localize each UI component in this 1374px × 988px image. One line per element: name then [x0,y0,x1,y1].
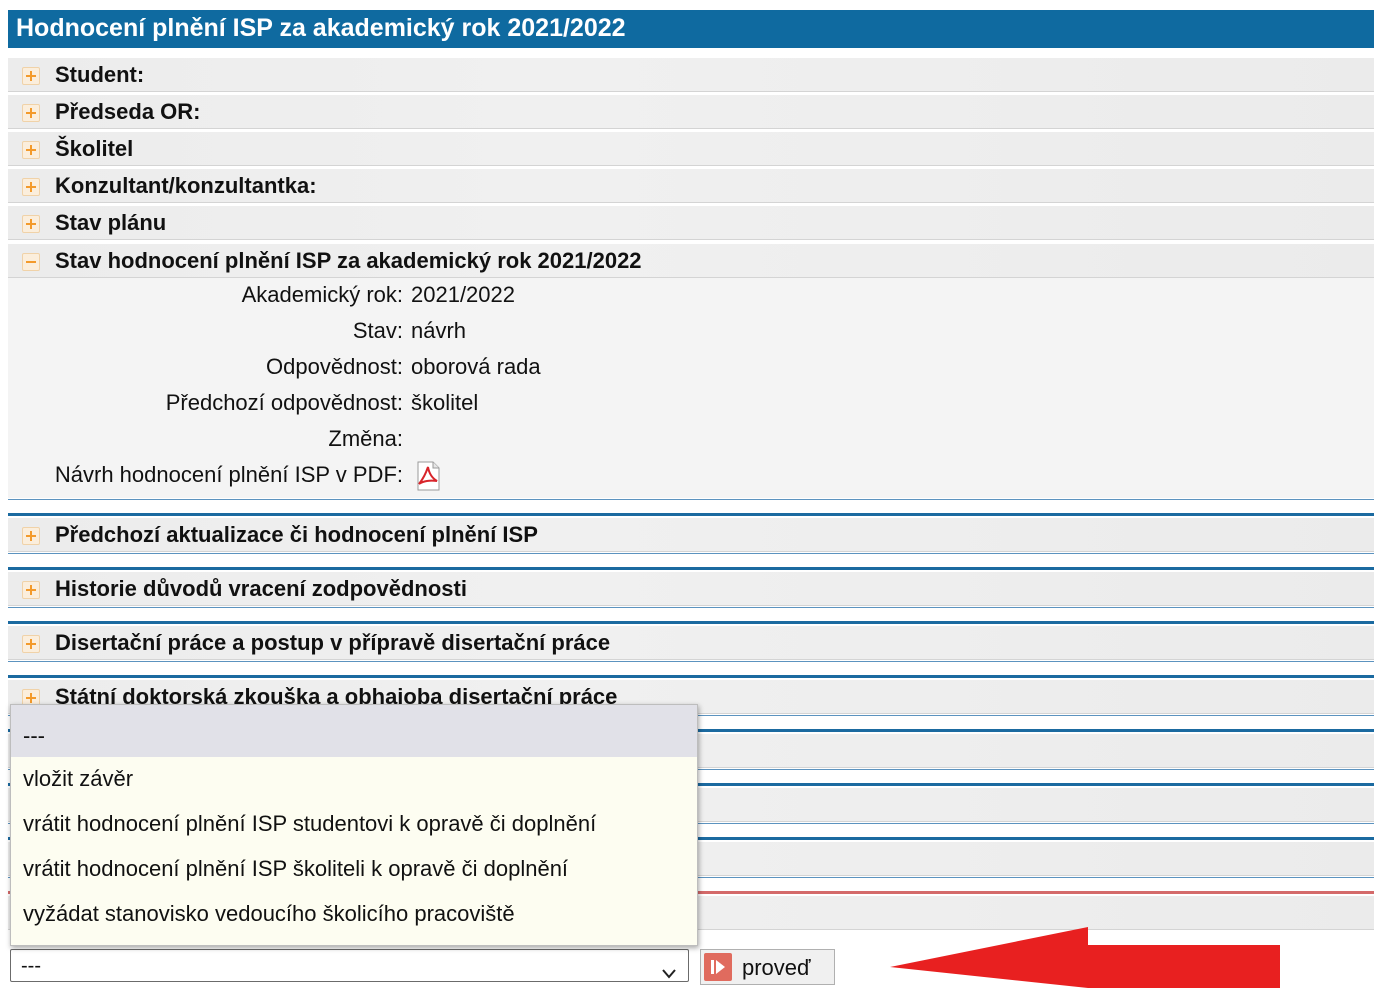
section-dissertation[interactable]: Disertační práce a postup v přípravě dis… [8,626,1374,660]
action-dropdown-list[interactable]: --- vložit závěr vrátit hodnocení plnění… [10,704,698,946]
detail-row-status: Stav: návrh [8,314,1374,348]
expand-icon[interactable] [22,635,40,653]
detail-label: Akademický rok: [241,282,403,307]
section-label: Student: [55,62,145,87]
section-stav-hodnoceni[interactable]: Stav hodnocení plnění ISP za akademický … [8,244,1374,278]
divider [8,499,1374,500]
section-konzultant[interactable]: Konzultant/konzultantka: [8,169,1374,203]
dropdown-option[interactable]: vrátit hodnocení plnění ISP studentovi k… [11,802,697,847]
divider [8,661,1374,662]
dropdown-option[interactable]: vrátit hodnocení plnění ISP školiteli k … [11,847,697,892]
expand-icon[interactable] [22,104,40,122]
detail-label: Změna: [328,426,403,451]
dropdown-option[interactable]: vložit závěr [11,757,697,802]
action-select[interactable]: --- [10,949,689,982]
arrow-pointer-icon [890,927,1280,988]
evaluation-status-details: Akademický rok: 2021/2022 Stav: návrh Od… [8,278,1374,498]
section-history[interactable]: Historie důvodů vracení zodpovědnosti [8,572,1374,606]
divider [8,621,1374,624]
expand-icon[interactable] [22,178,40,196]
play-icon [704,953,732,981]
section-label: Předseda OR: [55,99,201,124]
section-label: Disertační práce a postup v přípravě dis… [55,630,611,655]
detail-row-academic-year: Akademický rok: 2021/2022 [8,278,1374,312]
divider [8,513,1374,516]
section-student[interactable]: Student: [8,58,1374,92]
dropdown-option[interactable]: --- [11,705,697,757]
section-label: Předchozí aktualizace či hodnocení plněn… [55,522,538,547]
section-predseda-or[interactable]: Předseda OR: [8,95,1374,129]
detail-value: návrh [411,318,467,343]
detail-label: Předchozí odpovědnost: [165,390,403,415]
expand-icon[interactable] [22,581,40,599]
section-label: Školitel [55,136,134,161]
expand-icon[interactable] [22,215,40,233]
detail-value: oborová rada [411,354,541,379]
detail-label: Návrh hodnocení plnění ISP v PDF: [54,462,403,487]
divider [8,553,1374,554]
detail-label: Stav: [352,318,403,343]
dropdown-option[interactable]: vyžádat stanovisko vedoucího školicího p… [11,892,697,937]
detail-row-responsibility: Odpovědnost: oborová rada [8,350,1374,384]
detail-row-change: Změna: [8,422,1374,456]
detail-label: Odpovědnost: [266,354,403,379]
chevron-down-icon [662,962,676,979]
section-label: Stav plánu [55,210,167,235]
execute-button[interactable]: proveď [700,949,835,985]
expand-icon[interactable] [22,527,40,545]
detail-value: školitel [411,390,479,415]
divider [8,567,1374,570]
page-title: Hodnocení plnění ISP za akademický rok 2… [8,10,1374,48]
section-label: Stav hodnocení plnění ISP za akademický … [55,248,642,273]
section-label: Historie důvodů vracení zodpovědnosti [55,576,467,601]
detail-value: 2021/2022 [411,282,515,307]
divider [8,675,1374,678]
section-skolitel[interactable]: Školitel [8,132,1374,166]
divider [8,607,1374,608]
detail-row-pdf: Návrh hodnocení plnění ISP v PDF: [8,458,1374,492]
collapse-icon[interactable] [22,253,40,271]
expand-icon[interactable] [22,141,40,159]
detail-row-previous-responsibility: Předchozí odpovědnost: školitel [8,386,1374,420]
execute-button-label: proveď [742,955,811,980]
pdf-icon[interactable] [413,461,443,491]
expand-icon[interactable] [22,67,40,85]
section-previous-updates[interactable]: Předchozí aktualizace či hodnocení plněn… [8,518,1374,552]
action-select-value: --- [21,955,41,977]
section-stav-planu[interactable]: Stav plánu [8,206,1374,240]
section-label: Konzultant/konzultantka: [55,173,317,198]
